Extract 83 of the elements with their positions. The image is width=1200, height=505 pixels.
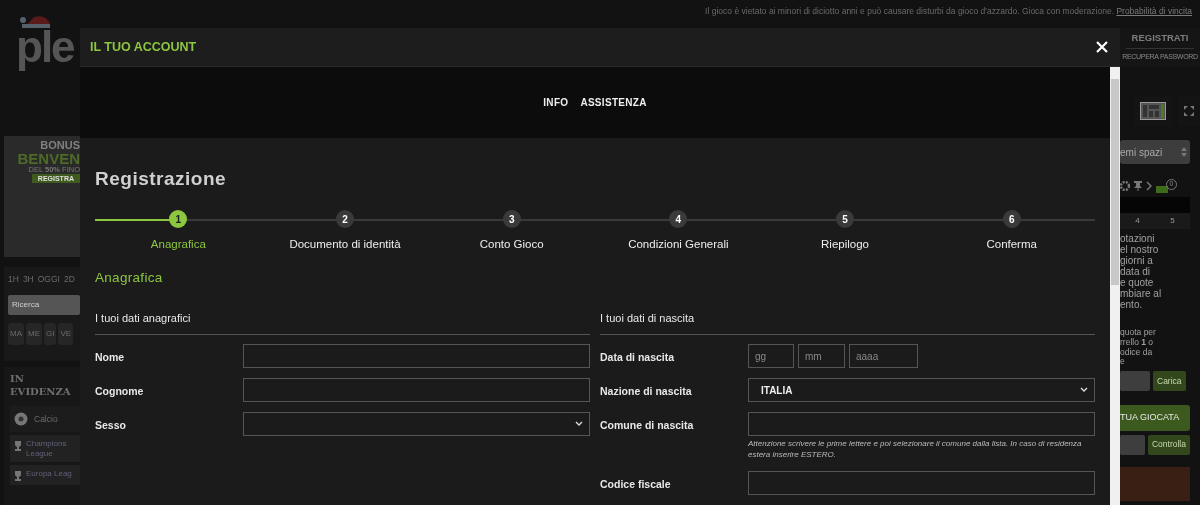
input-field[interactable]: [243, 378, 590, 403]
field-label: Codice fiscale: [600, 477, 672, 492]
close-icon: [1096, 41, 1108, 53]
column-title: I tuoi dati di nascita: [600, 309, 1095, 336]
date-field[interactable]: mm: [798, 344, 845, 369]
gear-icon: [1120, 181, 1130, 191]
info-text: giorni a: [1120, 255, 1154, 266]
layout-icon: [1140, 102, 1166, 120]
code-text: odice da: [1120, 347, 1154, 358]
input-field[interactable]: [748, 471, 1095, 495]
select-field[interactable]: ITALIA: [748, 378, 1095, 403]
step-label[interactable]: Documento di identità: [289, 236, 401, 254]
sort-select[interactable]: emi spazi: [1120, 140, 1190, 164]
amount-field[interactable]: [1120, 434, 1145, 455]
step-number[interactable]: 3: [502, 210, 521, 229]
code-field[interactable]: [1120, 371, 1150, 392]
check-button[interactable]: Controlla: [1147, 434, 1190, 455]
disclaimer-text: Il gioco è vietato ai minori di diciotto anni e può causare disturbi da gioco d'azzardo. Gioca con moderazione.: [705, 6, 1116, 16]
step-label[interactable]: Anagrafica: [150, 236, 206, 254]
field-label: Comune di nascita: [600, 418, 695, 434]
step-number[interactable]: 5: [836, 210, 854, 229]
step-label[interactable]: Conto Gioco: [479, 236, 544, 254]
field-label: Sesso: [95, 418, 127, 434]
field-label: Nazione di nascita: [600, 384, 693, 400]
field-label: Cognome: [95, 384, 145, 400]
date-field[interactable]: gg: [748, 344, 794, 369]
load-button[interactable]: Carica: [1153, 371, 1186, 392]
modal-title: IL TUO ACCOUNT: [90, 38, 197, 56]
code-text: rrello 1 o: [1120, 337, 1154, 348]
code-text: e: [1120, 357, 1126, 368]
date-field[interactable]: aaaa: [849, 344, 918, 369]
step-label[interactable]: Conferma: [986, 236, 1037, 254]
chevron-down-icon: [1080, 387, 1088, 394]
input-field[interactable]: [243, 344, 590, 369]
chevron-down-icon: [575, 421, 583, 428]
info-text: mbiare al: [1120, 288, 1163, 299]
odds-link[interactable]: Probabilità di vincita: [1116, 6, 1192, 16]
pin-icon: [1134, 181, 1142, 191]
photo-placeholder: [1120, 466, 1190, 501]
step-number[interactable]: 6: [1002, 210, 1021, 229]
sport-label: Calcio: [34, 412, 58, 426]
column-title: I tuoi dati anagrafici: [95, 309, 590, 336]
code-text: quota per: [1120, 328, 1157, 338]
info-text: otazioni: [1120, 233, 1156, 244]
step-number[interactable]: 2: [336, 210, 354, 229]
input-field[interactable]: [748, 412, 1095, 437]
field-label: Nome: [95, 350, 126, 366]
featured-title: IN EVIDENZA: [10, 373, 72, 398]
place-bet-button[interactable]: TUA GIOCATA: [1120, 405, 1190, 431]
step-number[interactable]: 1: [169, 210, 188, 229]
logo-text: ple: [16, 22, 75, 73]
battery-icon: [1156, 186, 1168, 193]
scrollbar[interactable]: [1110, 67, 1120, 505]
expand-icon: [1184, 106, 1194, 116]
nav-link[interactable]: ASSISTENZA: [580, 94, 647, 110]
trophy-icon: [14, 441, 22, 451]
section-title: Anagrafica: [95, 268, 164, 287]
info-text: ento.: [1120, 299, 1144, 310]
trophy-icon: [14, 471, 22, 482]
chevron-right-icon: [1146, 181, 1152, 191]
nav-link[interactable]: INFO: [543, 94, 569, 110]
league-label: Champions League: [26, 439, 68, 459]
league-label: Europa Leag: [26, 469, 72, 479]
column-number: 4: [1135, 215, 1140, 227]
register-link[interactable]: REGISTRATI: [1126, 31, 1194, 50]
search-field[interactable]: Ricerca: [8, 294, 80, 315]
step-label[interactable]: Riepilogo: [821, 236, 869, 254]
sort-caret-icon: [1181, 147, 1187, 157]
field-label: Data di nascita: [600, 350, 676, 366]
close-button[interactable]: [1096, 41, 1108, 53]
ball-icon: [14, 412, 28, 426]
info-text: data di: [1120, 266, 1152, 277]
banner-text: BENVEN: [16, 151, 80, 166]
step-number[interactable]: 4: [669, 210, 688, 229]
step-label[interactable]: Condizioni Generali: [628, 236, 729, 254]
banner-text: BONUS: [39, 140, 80, 151]
select-field[interactable]: [243, 412, 590, 437]
form-heading: Registrazione: [95, 167, 228, 191]
table-header-bar: [1120, 197, 1190, 213]
hint-text: Attenzione scrivere le prime lettere e poi selezionare il comune dalla lista. In caso di residenza estera inserire ESTERO.: [748, 439, 1083, 461]
info-text: el nostro: [1120, 244, 1160, 255]
info-text: e quote: [1120, 277, 1154, 288]
column-number: 5: [1170, 215, 1175, 227]
